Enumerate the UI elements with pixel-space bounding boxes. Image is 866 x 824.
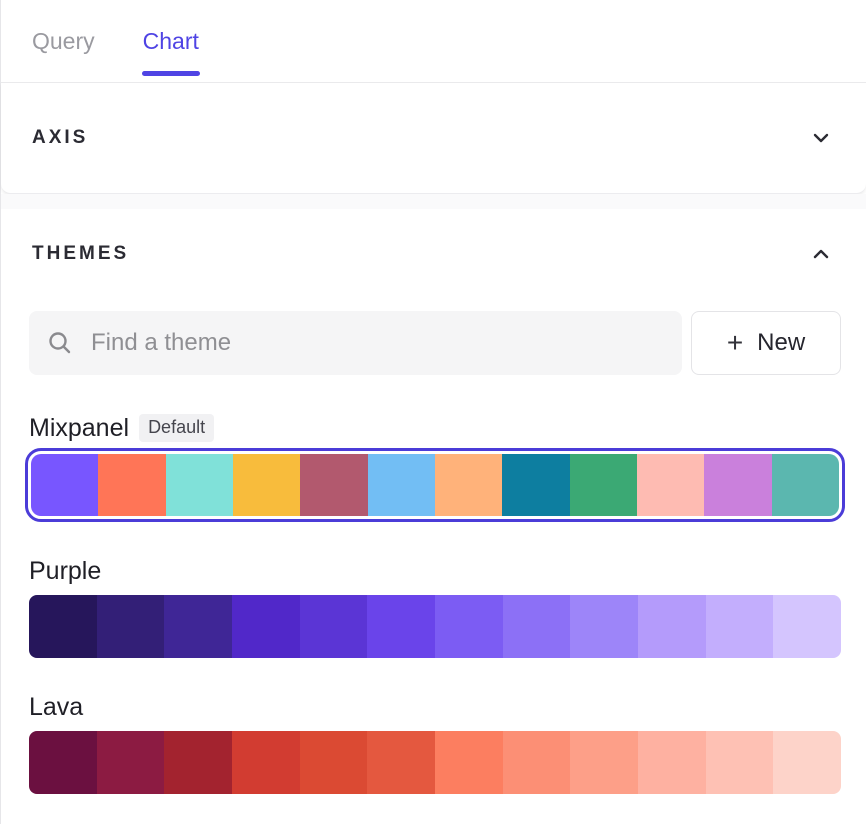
theme-name: Purple bbox=[29, 557, 101, 586]
color-swatch bbox=[300, 731, 368, 794]
color-swatch bbox=[638, 731, 706, 794]
color-swatch bbox=[706, 731, 774, 794]
color-swatch bbox=[503, 595, 571, 658]
color-swatch bbox=[232, 731, 300, 794]
color-swatch bbox=[435, 454, 502, 516]
color-swatch bbox=[773, 731, 841, 794]
theme-palette-mixpanel[interactable] bbox=[25, 448, 845, 522]
tab-query-label: Query bbox=[32, 28, 95, 55]
color-swatch bbox=[368, 454, 435, 516]
tab-chart-label: Chart bbox=[143, 28, 199, 55]
tab-chart[interactable]: Chart bbox=[143, 0, 199, 82]
color-swatch bbox=[29, 731, 97, 794]
color-swatch bbox=[166, 454, 233, 516]
color-swatch bbox=[97, 595, 165, 658]
color-swatch bbox=[503, 731, 571, 794]
color-swatch bbox=[29, 595, 97, 658]
search-box[interactable] bbox=[29, 311, 682, 375]
chevron-up-icon[interactable] bbox=[810, 243, 832, 265]
theme-name: Lava bbox=[29, 693, 83, 722]
chevron-down-icon[interactable] bbox=[810, 127, 832, 149]
color-swatch bbox=[706, 595, 774, 658]
search-row: + New bbox=[29, 311, 841, 375]
theme-list: MixpanelDefaultPurpleLavaMixtape bbox=[1, 413, 866, 824]
color-swatch bbox=[232, 595, 300, 658]
search-input[interactable] bbox=[91, 329, 664, 357]
color-swatch bbox=[300, 454, 367, 516]
swatch-row bbox=[31, 454, 839, 516]
chart-settings-panel: Query Chart AXIS THEMES bbox=[0, 0, 866, 824]
themes-header: THEMES bbox=[32, 242, 832, 266]
section-divider bbox=[1, 194, 866, 209]
themes-section: THEMES + New Mixpanel Default Purple Lava Mi… bbox=[1, 242, 866, 824]
theme-item-purple: Purple bbox=[1, 556, 866, 658]
color-swatch bbox=[233, 454, 300, 516]
search-icon bbox=[47, 330, 73, 356]
theme-palette-purple[interactable] bbox=[29, 595, 841, 658]
color-swatch bbox=[773, 595, 841, 658]
swatch-row bbox=[29, 731, 841, 794]
color-swatch bbox=[772, 454, 839, 516]
axis-section: AXIS bbox=[1, 83, 866, 194]
color-swatch bbox=[367, 595, 435, 658]
color-swatch bbox=[638, 595, 706, 658]
color-swatch bbox=[435, 731, 503, 794]
default-badge: Default bbox=[139, 414, 214, 442]
color-swatch bbox=[570, 454, 637, 516]
theme-name: Mixpanel bbox=[29, 414, 129, 443]
new-theme-button[interactable]: + New bbox=[691, 311, 841, 375]
color-swatch bbox=[164, 731, 232, 794]
theme-name-row: Lava bbox=[29, 692, 841, 722]
theme-name-row: Purple bbox=[29, 556, 841, 586]
color-swatch bbox=[98, 454, 165, 516]
themes-section-title: THEMES bbox=[32, 243, 129, 265]
theme-palette-lava[interactable] bbox=[29, 731, 841, 794]
color-swatch bbox=[435, 595, 503, 658]
color-swatch bbox=[570, 731, 638, 794]
color-swatch bbox=[502, 454, 569, 516]
color-swatch bbox=[300, 595, 368, 658]
swatch-row bbox=[29, 595, 841, 658]
color-swatch bbox=[164, 595, 232, 658]
new-theme-button-label: New bbox=[757, 329, 805, 357]
tab-bar: Query Chart bbox=[1, 0, 866, 83]
axis-section-title: AXIS bbox=[32, 127, 88, 149]
color-swatch bbox=[31, 454, 98, 516]
theme-item-mixpanel: Mixpanel Default bbox=[1, 413, 866, 522]
theme-item-lava: Lava bbox=[1, 692, 866, 794]
theme-name-row: Mixpanel Default bbox=[29, 413, 841, 443]
color-swatch bbox=[637, 454, 704, 516]
color-swatch bbox=[97, 731, 165, 794]
plus-icon: + bbox=[727, 329, 743, 357]
color-swatch bbox=[570, 595, 638, 658]
tab-query[interactable]: Query bbox=[32, 0, 95, 82]
color-swatch bbox=[704, 454, 771, 516]
color-swatch bbox=[367, 731, 435, 794]
